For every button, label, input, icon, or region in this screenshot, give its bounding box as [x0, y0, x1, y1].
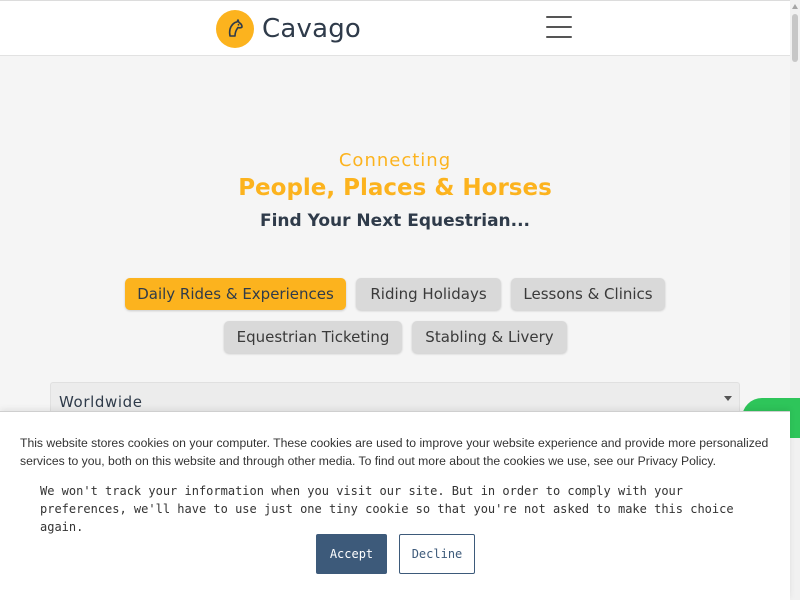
- category-equestrian-ticketing-button[interactable]: Equestrian Ticketing: [224, 321, 402, 353]
- cookie-opt-out-text: We won't track your information when you…: [40, 484, 734, 534]
- hamburger-menu-icon[interactable]: [546, 16, 572, 38]
- hero-title: People, Places & Horses: [238, 175, 552, 201]
- scrollbar-thumb[interactable]: [792, 14, 798, 62]
- hero-kicker: Connecting: [338, 150, 452, 171]
- location-selected-value: Worldwide: [59, 393, 143, 411]
- accept-cookies-button[interactable]: Accept: [316, 534, 387, 574]
- hero-subtitle: Find Your Next Equestrian...: [259, 211, 531, 231]
- decline-cookies-button[interactable]: Decline: [399, 534, 475, 574]
- scroll-up-arrow-icon[interactable]: [792, 4, 798, 9]
- brand-name: Cavago: [262, 14, 362, 44]
- category-lessons-clinics-button[interactable]: Lessons & Clinics: [511, 278, 665, 310]
- brand-logo[interactable]: Cavago: [216, 10, 361, 48]
- cookie-consent-banner: This website stores cookies on your comp…: [0, 411, 790, 600]
- page-scrollbar[interactable]: [790, 0, 800, 600]
- category-daily-rides-button[interactable]: Daily Rides & Experiences: [125, 278, 346, 310]
- category-stabling-livery-button[interactable]: Stabling & Livery: [412, 321, 567, 353]
- chevron-down-icon: [724, 396, 732, 401]
- category-riding-holidays-button[interactable]: Riding Holidays: [356, 278, 501, 310]
- horse-head-icon: [216, 10, 254, 48]
- cookie-notice-text: This website stores cookies on your comp…: [20, 436, 769, 468]
- hero-section: Connecting People, Places & Horses Find …: [0, 150, 790, 231]
- top-navbar: Cavago: [0, 0, 790, 56]
